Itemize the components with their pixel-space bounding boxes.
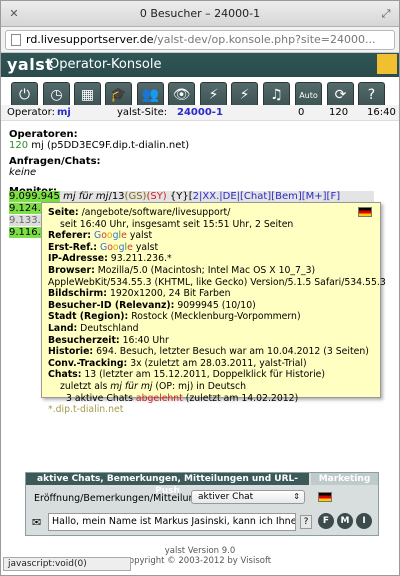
erstref-label: Erst-Ref.: — [48, 241, 98, 253]
chats-active-post: (zuletzt am 14.02.2012) — [182, 392, 299, 404]
chats-value: 13 (letzter am 15.12.2011, Doppelklick f… — [84, 369, 326, 381]
info-value: 120 — [329, 107, 349, 118]
visitorid-label: Besucher-ID (Relevanz): — [48, 299, 175, 311]
operator-count: 120 — [9, 140, 29, 151]
google-logo: Google — [93, 230, 127, 242]
conv-value: 3x (zuletzt am 28.03.2011, yalst-Trial) — [130, 357, 307, 369]
visitor-gs: (GS) — [124, 191, 147, 202]
chats-last-pre: zuletzt als — [60, 380, 111, 392]
chats-last-name: mj für mj — [110, 380, 153, 392]
status-indicator — [377, 54, 397, 74]
close-icon[interactable]: ✕ — [7, 7, 21, 21]
german-flag-icon — [358, 207, 372, 217]
host-value: *.dip.t-dialin.net — [48, 404, 124, 416]
history-value: 694. Besuch, letzter Besuch war am 10.04… — [96, 346, 369, 358]
footer-version: yalst Version 9.0 — [164, 546, 236, 556]
visitor-ip[interactable]: 9.099.945 — [9, 191, 60, 202]
start-label: Besucherzeit: — [48, 334, 120, 346]
visitor-actions[interactable]: 2|XX.|DE|[Chat][Bem][M+][F] — [193, 191, 340, 202]
url-path: /yalst-dev/op.konsole.php?site=24000... — [153, 33, 376, 46]
message-input[interactable]: Hallo, mein Name ist Markus Jasinski, ka… — [48, 513, 296, 531]
browser-value-2: AppleWebKit/534.55.3 (KHTML, like Gecko)… — [48, 276, 386, 288]
message-type-select[interactable]: aktiver Chat ⇕ — [191, 490, 305, 504]
browser-label: Browser: — [48, 264, 95, 276]
seite-label: Seite: — [48, 207, 79, 218]
url-domain: rd.livesupportserver.de — [26, 33, 154, 46]
url-field[interactable]: rd.livesupportserver.de/yalst-dev/op.kon… — [5, 30, 395, 50]
chats-last-post: (OP: mj) in Deutsch — [152, 380, 246, 392]
google-logo: Google — [100, 241, 133, 253]
chats-active-pre: 3 aktive Chats — [66, 392, 136, 404]
operators-title: Operatoren: — [9, 129, 78, 140]
app-header: yalst Operator-Konsole — [1, 53, 399, 77]
requests-title: Anfragen/Chats: — [9, 156, 101, 167]
main-content: Operatoren: 120 mj (p5DD3EC9F.dip.t-dial… — [9, 123, 391, 197]
visitor-sy: (SY) — [146, 191, 167, 202]
message-type-label: Eröffnung/Bemerkungen/Mitteilung: — [34, 493, 204, 504]
visitor-name: mj für mj — [59, 191, 109, 202]
page-title: Operator-Konsole — [49, 57, 162, 72]
visitor-tooltip: Seite: /angebote/software/livesupport/ s… — [41, 202, 386, 415]
city-label: Stadt (Region): — [48, 311, 129, 323]
page-icon — [11, 34, 21, 46]
m-button[interactable]: M — [337, 513, 353, 529]
operator-label: Operator: — [7, 107, 55, 118]
erstref-value: yalst — [135, 241, 159, 253]
clock-time: 16:40 — [367, 107, 396, 118]
country-value: Deutschland — [80, 322, 139, 334]
ip-label: IP-Adresse: — [48, 253, 108, 265]
fullscreen-icon[interactable]: ⤢ — [379, 7, 393, 21]
country-label: Land: — [48, 322, 78, 334]
history-label: Historie: — [48, 346, 94, 358]
browser-window: 0 Besucher – 24000-1 ✕ ⤢ rd.livesupports… — [0, 0, 400, 576]
site-label: yalst-Site: — [117, 107, 168, 118]
city-value: Rostock (Mecklenburg-Vorpommern) — [131, 311, 301, 323]
f-button[interactable]: F — [318, 513, 334, 529]
info-bar: Operator: mj yalst-Site: 24000-1 0 120 1… — [1, 105, 399, 121]
chat-panel: aktive Chats, Bemerkungen, Mitteilungen … — [25, 472, 379, 536]
ip-value: 93.211.236.* — [110, 253, 172, 265]
operator-host: mj (p5DD3EC9F.dip.t-dialin.net) — [31, 140, 190, 151]
address-bar: rd.livesupportserver.de/yalst-dev/op.kon… — [1, 27, 399, 53]
screen-value: 1920x1200, 24 Bit Farben — [109, 288, 231, 300]
seite-since: seit 16:40 Uhr, insgesamt seit 15:51 Uhr… — [60, 218, 294, 230]
referer-value: yalst — [129, 230, 153, 242]
visitor-flags: {Y}[ — [166, 191, 193, 202]
visitor-count: 0 — [298, 107, 305, 118]
site-id: 24000-1 — [177, 107, 223, 118]
message-icon: ✉ — [32, 516, 42, 529]
tab-marketing[interactable]: Marketing — [311, 473, 378, 485]
visitor-pages: /13 — [108, 191, 125, 202]
window-title: 0 Besucher – 24000-1 — [139, 7, 261, 20]
german-flag-icon[interactable] — [318, 492, 332, 502]
tab-active-chats[interactable]: aktive Chats, Bemerkungen, Mitteilungen … — [26, 473, 309, 496]
requests-value: keine — [9, 167, 37, 178]
chats-rejected: abgelehnt — [135, 392, 183, 404]
logo: yalst — [7, 55, 54, 74]
operator-name: mj — [57, 107, 71, 118]
seite-value: /angebote/software/livesupport/ — [81, 207, 231, 218]
chats-label: Chats: — [48, 369, 82, 381]
conv-label: Conv.-Tracking: — [48, 357, 128, 369]
start-value: 16:40 Uhr — [122, 334, 169, 346]
visitorid-value: 9099945 (10/10) — [177, 299, 256, 311]
operator-entry: 120 mj (p5DD3EC9F.dip.t-dialin.net) — [9, 140, 391, 151]
select-value: aktiver Chat — [198, 492, 254, 502]
help-button[interactable]: ? — [300, 515, 312, 529]
referer-label: Referer: — [48, 230, 92, 242]
chevron-updown-icon: ⇕ — [293, 492, 300, 501]
title-bar: 0 Besucher – 24000-1 ✕ ⤢ — [1, 1, 399, 27]
i-button[interactable]: I — [356, 513, 372, 529]
screen-label: Bildschirm: — [48, 288, 107, 300]
status-bar: javascript:void(0) — [3, 557, 131, 571]
browser-value: Mozilla/5.0 (Macintosh; Intel Mac OS X 1… — [97, 264, 316, 276]
